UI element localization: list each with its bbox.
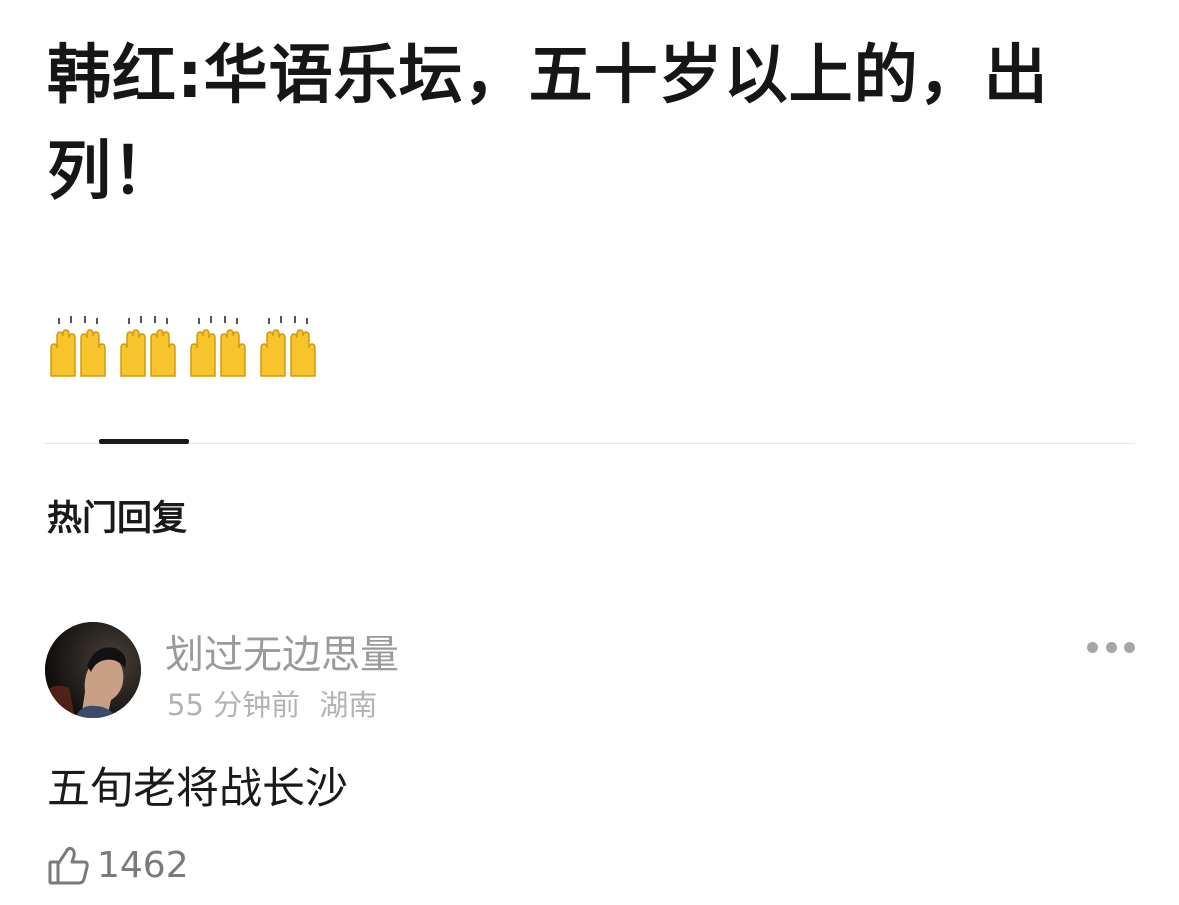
user-avatar[interactable] xyxy=(45,622,141,718)
tab-divider xyxy=(45,443,1135,444)
post-title: 韩红:华语乐坛，五十岁以上的，出列！ xyxy=(47,39,1049,209)
post-emoji-row xyxy=(45,310,321,380)
like-button[interactable]: 1462 xyxy=(47,840,189,890)
more-dot-icon xyxy=(1124,641,1135,653)
like-count: 1462 xyxy=(97,844,189,886)
more-dot-icon xyxy=(1105,641,1117,653)
comment-text: 五旬老将战长沙 xyxy=(47,764,348,814)
comment-item: 划过无边思量 55 分钟前 湖南 五旬老将战长沙 1462 xyxy=(45,622,1135,892)
tab-bar xyxy=(45,436,1135,446)
comment-username[interactable]: 划过无边思量 xyxy=(165,624,399,680)
raising-hands-icon xyxy=(50,316,106,377)
active-tab-indicator xyxy=(99,439,189,444)
thumbs-up-icon xyxy=(48,846,89,885)
more-dot-icon xyxy=(1087,641,1098,653)
raising-hands-icon xyxy=(260,316,316,377)
comment-location: 湖南 xyxy=(319,688,378,722)
avatar-photo-icon xyxy=(45,622,141,718)
raising-hands-icon xyxy=(190,316,246,377)
hot-replies-heading: 热门回复 xyxy=(47,499,188,539)
comment-meta: 55 分钟前 湖南 xyxy=(167,682,377,724)
raising-hands-icon xyxy=(120,316,176,377)
more-options-button[interactable] xyxy=(1087,636,1135,658)
comment-time: 55 分钟前 xyxy=(167,688,301,722)
